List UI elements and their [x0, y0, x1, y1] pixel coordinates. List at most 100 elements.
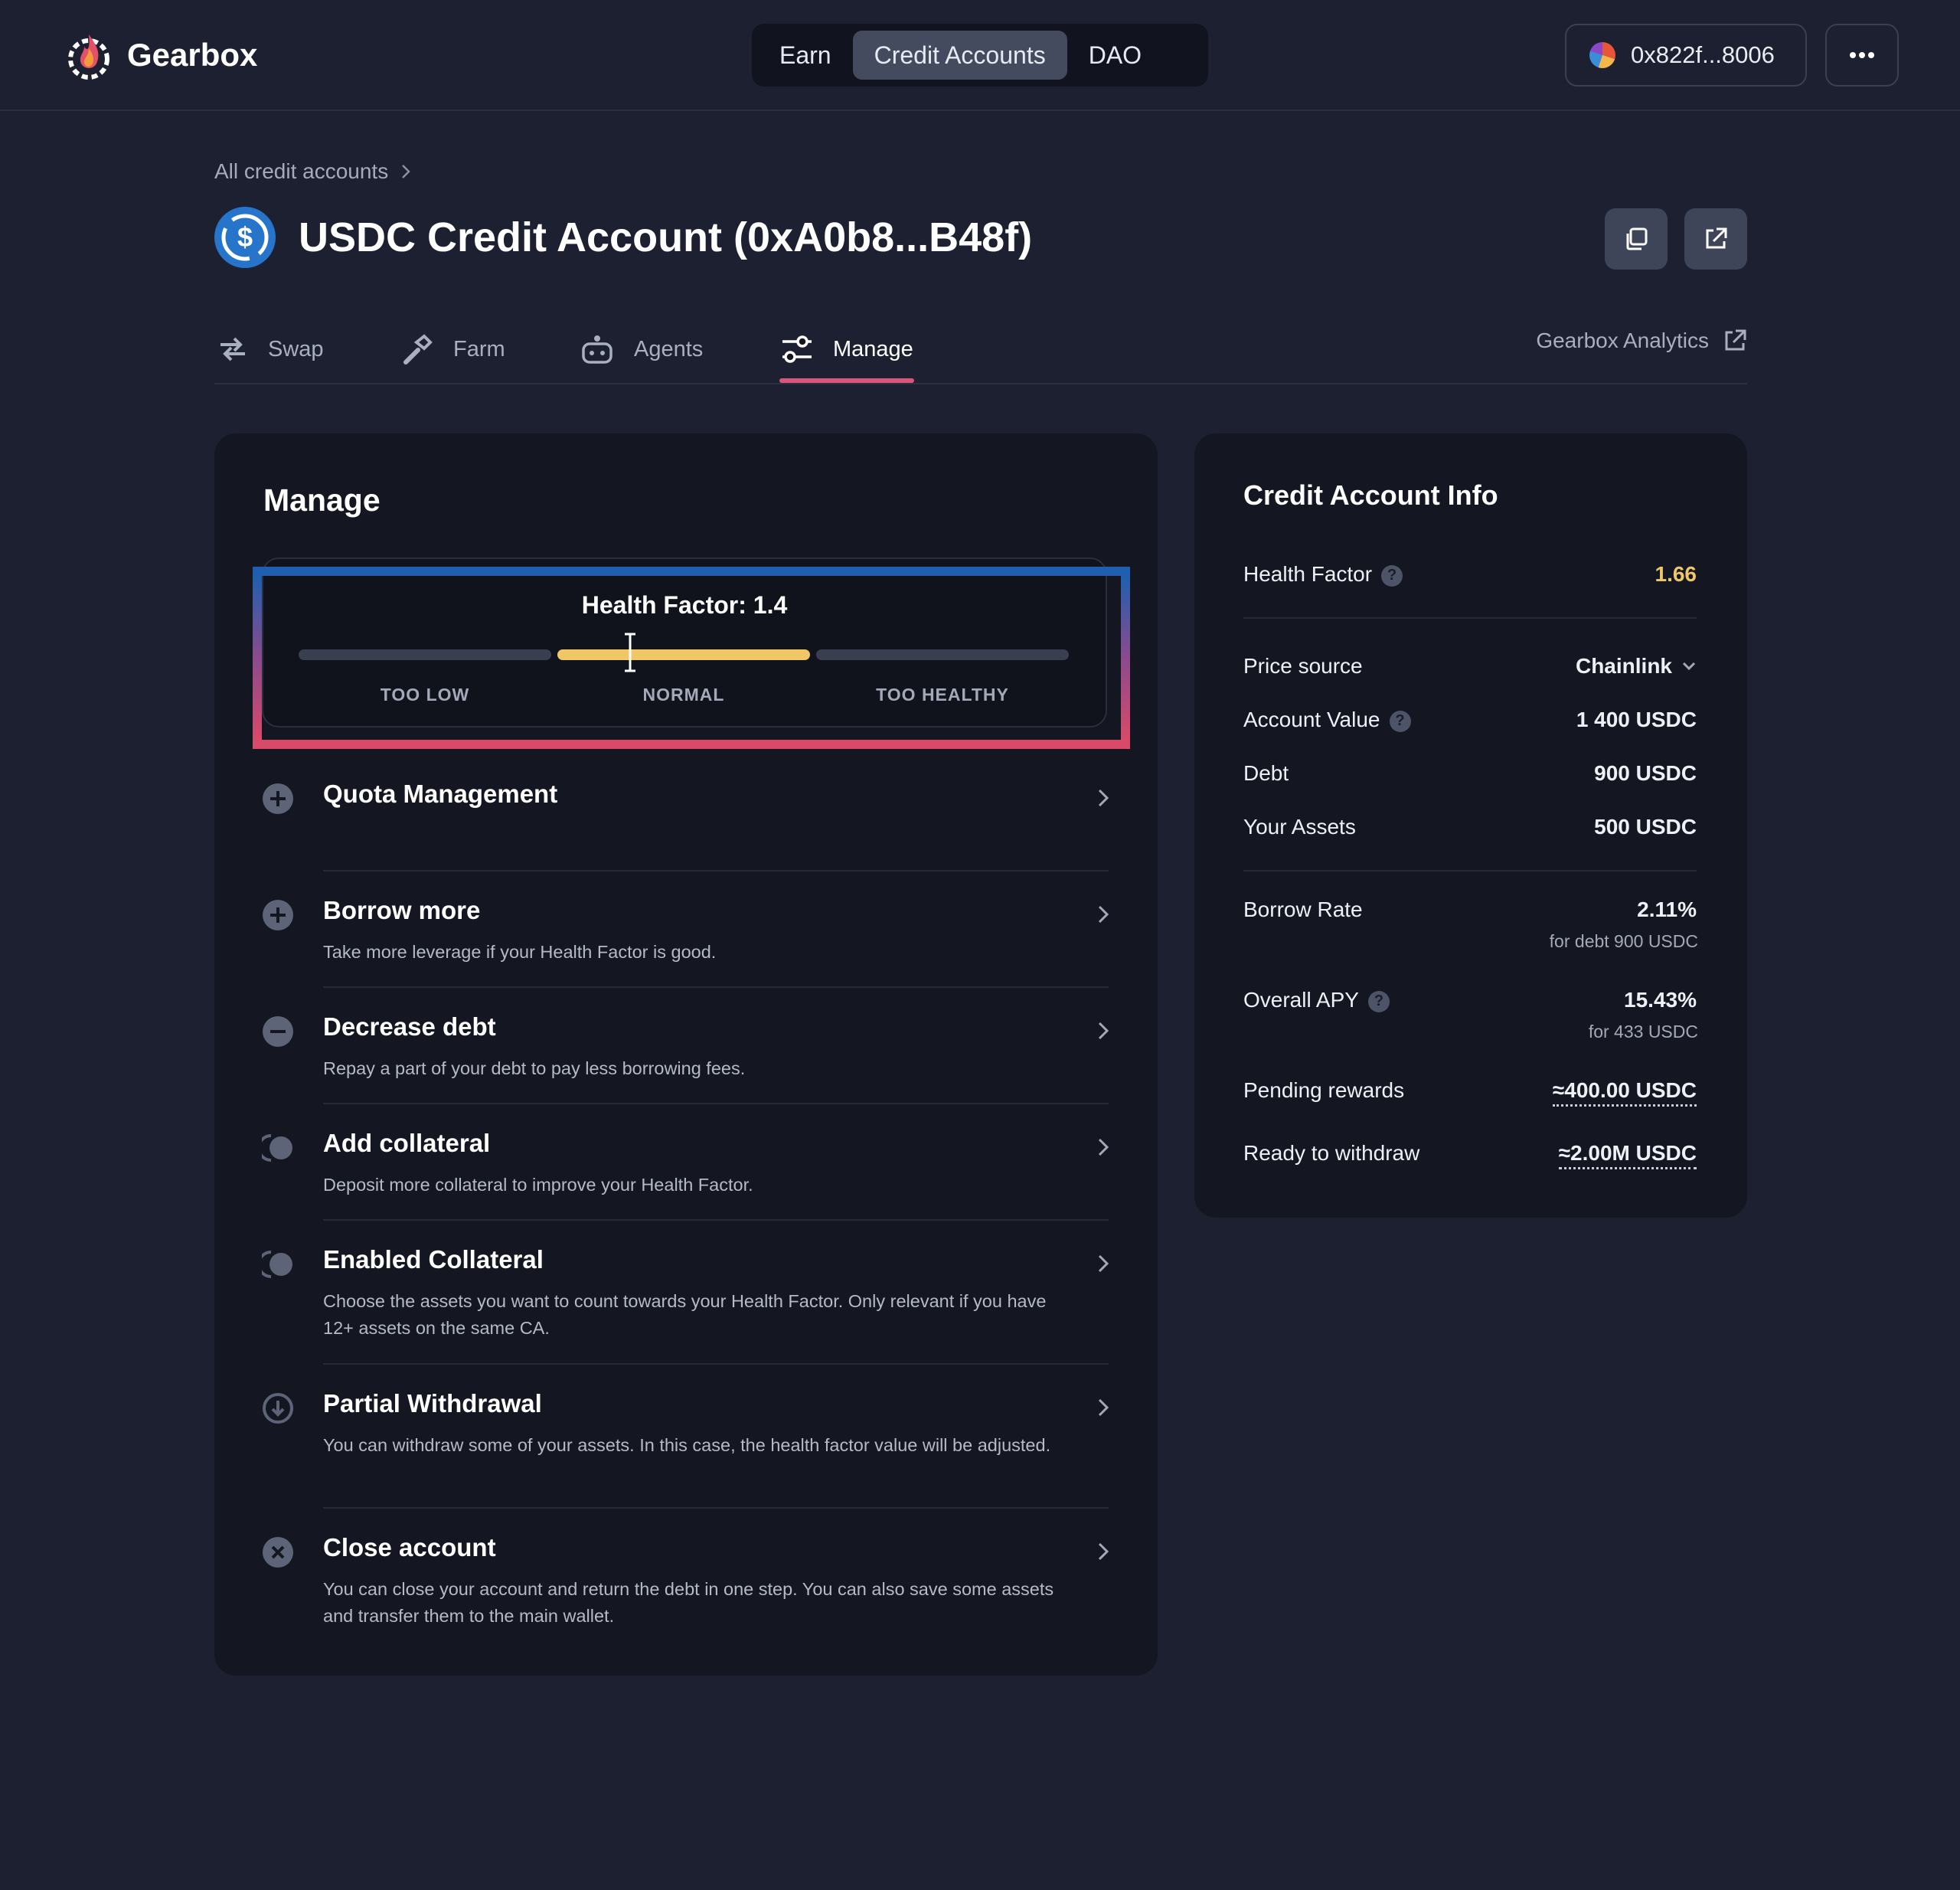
action-title: Enabled Collateral — [323, 1245, 544, 1274]
manage-title: Manage — [263, 482, 381, 518]
credit-account-info-panel: Credit Account Info Health Factor? 1.66 … — [1194, 433, 1747, 1218]
hf-segment-too-low — [299, 649, 551, 660]
chevron-down-icon — [1682, 662, 1696, 671]
nav-earn[interactable]: Earn — [758, 31, 853, 80]
help-icon[interactable]: ? — [1389, 710, 1411, 732]
overall-apy-value: 15.43% — [1624, 988, 1697, 1012]
action-quota-management[interactable]: Quota Management — [262, 780, 1156, 856]
action-title: Partial Withdrawal — [323, 1389, 542, 1418]
svg-text:$: $ — [237, 221, 253, 253]
breadcrumb[interactable]: All credit accounts — [214, 159, 411, 184]
action-close-account[interactable]: Close account You can close your account… — [262, 1533, 1156, 1648]
divider — [323, 1507, 1109, 1509]
top-header: Gearbox Earn Credit Accounts DAO 0x822f.… — [0, 0, 1960, 111]
main-nav: Earn Credit Accounts DAO — [752, 24, 1208, 87]
debt-value: 900 USDC — [1594, 761, 1697, 785]
help-icon[interactable]: ? — [1367, 990, 1390, 1012]
info-label: Price source — [1243, 654, 1363, 678]
hf-zone-normal: NORMAL — [642, 685, 725, 705]
breadcrumb-all-credit-accounts[interactable]: All credit accounts — [214, 159, 388, 184]
chevron-right-icon — [1098, 1254, 1109, 1273]
hf-zone-too-low: TOO LOW — [380, 685, 470, 705]
action-description: Choose the assets you want to count towa… — [323, 1291, 1047, 1338]
action-borrow-more[interactable]: Borrow more Take more leverage if your H… — [262, 896, 1156, 988]
chevron-right-icon — [402, 165, 410, 178]
copy-icon — [1626, 227, 1648, 250]
action-add-collateral[interactable]: Add collateral Deposit more collateral t… — [262, 1129, 1156, 1221]
wallet-button[interactable]: 0x822f...8006 — [1565, 24, 1807, 87]
action-description: Take more leverage if your Health Factor… — [323, 942, 717, 962]
divider — [323, 870, 1109, 871]
coins-icon — [262, 1251, 292, 1278]
borrow-rate-value: 2.11% — [1637, 898, 1697, 921]
nav-dao[interactable]: DAO — [1067, 31, 1163, 80]
hf-segment-normal — [557, 649, 810, 660]
pending-rewards-value[interactable]: ≈400.00 USDC — [1552, 1078, 1697, 1107]
info-account-value: Account Value? 1 400 USDC — [1243, 708, 1697, 732]
page-title-row: $ USDC Credit Account (0xA0b8...B48f) — [214, 207, 1032, 268]
divider — [323, 986, 1109, 988]
action-title: Quota Management — [323, 780, 558, 808]
action-title: Decrease debt — [323, 1012, 496, 1041]
action-partial-withdrawal[interactable]: Partial Withdrawal You can withdraw some… — [262, 1389, 1156, 1504]
info-label: Overall APY — [1243, 988, 1359, 1012]
download-circle-icon — [263, 1393, 293, 1424]
price-source-select[interactable]: Chainlink — [1576, 654, 1697, 679]
action-decrease-debt[interactable]: Decrease debt Repay a part of your debt … — [262, 1012, 1156, 1104]
page-title: USDC Credit Account (0xA0b8...B48f) — [299, 214, 1033, 260]
price-source-value: Chainlink — [1575, 654, 1672, 678]
info-your-assets: Your Assets 500 USDC — [1243, 815, 1697, 839]
nav-credit-accounts[interactable]: Credit Accounts — [852, 31, 1067, 80]
your-assets-value: 500 USDC — [1594, 815, 1697, 839]
account-tabs: Swap Farm Agents Manage Gearbox Analytic… — [214, 314, 1747, 384]
hf-segment-too-healthy — [816, 649, 1069, 660]
info-pending-rewards: Pending rewards ≈400.00 USDC — [1243, 1078, 1697, 1107]
tab-agents[interactable]: Agents — [580, 314, 703, 384]
plus-circle-icon — [263, 900, 293, 930]
borrow-rate-sub: for debt 900 USDC — [1549, 931, 1698, 951]
wallet-address: 0x822f...8006 — [1631, 41, 1775, 68]
chevron-right-icon — [1098, 1398, 1109, 1417]
brand-logo[interactable]: Gearbox — [67, 28, 257, 83]
chevron-right-icon — [1098, 1138, 1109, 1156]
analytics-link-label: Gearbox Analytics — [1536, 329, 1709, 352]
open-explorer-button[interactable] — [1684, 208, 1747, 270]
tab-farm[interactable]: Farm — [401, 314, 505, 384]
chevron-right-icon — [1098, 905, 1109, 924]
usdc-token-icon: $ — [214, 207, 276, 268]
info-label: Pending rewards — [1243, 1078, 1405, 1102]
tab-manage[interactable]: Manage — [781, 314, 913, 384]
info-ready-to-withdraw: Ready to withdraw ≈2.00M USDC — [1243, 1141, 1697, 1169]
info-title: Credit Account Info — [1243, 479, 1498, 511]
text-cursor-icon — [625, 633, 635, 672]
coins-icon — [262, 1134, 292, 1162]
account-value: 1 400 USDC — [1576, 708, 1697, 731]
copy-address-button[interactable] — [1605, 208, 1668, 270]
plus-circle-icon — [263, 783, 293, 814]
chevron-right-icon — [1098, 1542, 1109, 1561]
gearbox-analytics-link[interactable]: Gearbox Analytics — [1536, 314, 1747, 368]
ready-to-withdraw-value[interactable]: ≈2.00M USDC — [1558, 1141, 1697, 1169]
overall-apy-sub: for 433 USDC — [1588, 1022, 1698, 1041]
tab-manage-label: Manage — [833, 336, 913, 361]
gearbox-flame-icon — [68, 34, 109, 80]
wallet-avatar — [1589, 42, 1615, 68]
more-menu-button[interactable] — [1825, 24, 1899, 87]
action-enabled-collateral[interactable]: Enabled Collateral Choose the assets you… — [262, 1245, 1156, 1360]
info-borrow-rate: Borrow Rate 2.11% — [1243, 898, 1697, 922]
sliders-icon — [782, 335, 812, 363]
info-label: Debt — [1243, 761, 1289, 785]
brand-name: Gearbox — [127, 37, 258, 73]
tab-swap-label: Swap — [268, 336, 324, 361]
swap-icon — [220, 337, 245, 361]
info-label: Your Assets — [1243, 815, 1356, 839]
help-icon[interactable]: ? — [1381, 564, 1403, 587]
external-link-icon — [1706, 227, 1727, 249]
health-factor-value: 1.66 — [1655, 562, 1697, 586]
close-circle-icon — [263, 1537, 293, 1568]
info-label: Borrow Rate — [1243, 898, 1363, 921]
health-factor-label: Health Factor: 1.4 — [581, 591, 788, 619]
more-dots-icon — [1850, 52, 1874, 58]
farm-icon — [403, 334, 433, 365]
tab-swap[interactable]: Swap — [217, 314, 324, 384]
